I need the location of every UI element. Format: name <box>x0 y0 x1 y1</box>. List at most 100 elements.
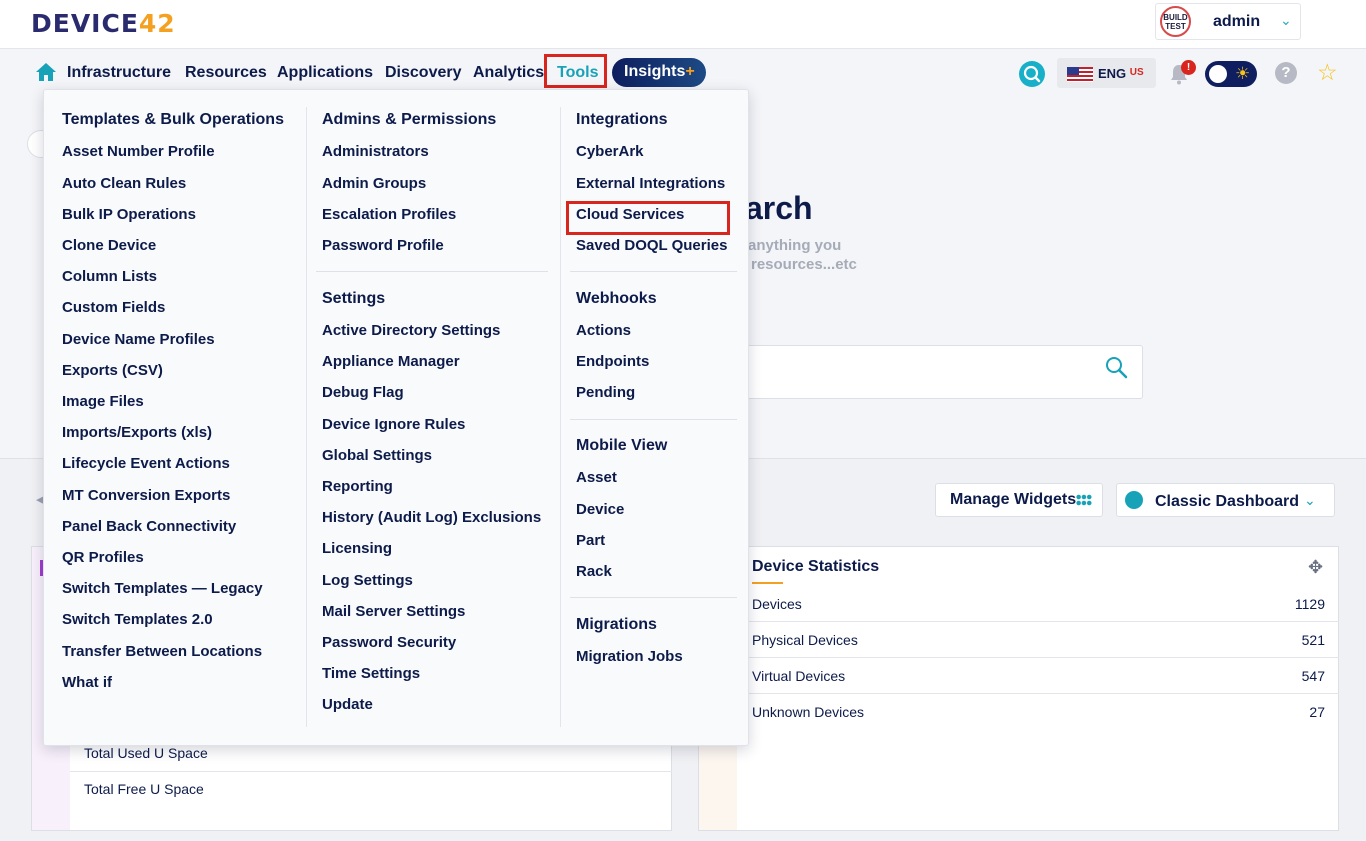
menu-item[interactable]: Mail Server Settings <box>322 603 465 620</box>
manage-widgets-label: Manage Widgets <box>950 491 1077 508</box>
menu-item[interactable]: Licensing <box>322 540 392 557</box>
widgets-grid-icon <box>1076 494 1092 506</box>
menu-item[interactable]: Device <box>576 501 624 518</box>
help-icon[interactable]: ? <box>1275 62 1297 84</box>
star-icon[interactable]: ☆ <box>1317 59 1338 86</box>
stat-label: Total Used U Space <box>84 745 208 761</box>
menu-item[interactable]: Update <box>322 696 373 713</box>
menu-item[interactable]: Reporting <box>322 478 393 495</box>
nav-discovery[interactable]: Discovery <box>385 64 462 82</box>
menu-item[interactable]: MT Conversion Exports <box>62 487 230 504</box>
menu-item[interactable]: Panel Back Connectivity <box>62 518 236 535</box>
menu-item[interactable]: Auto Clean Rules <box>62 175 186 192</box>
home-icon[interactable] <box>35 62 57 82</box>
menu-item[interactable]: Imports/Exports (xls) <box>62 424 212 441</box>
username: admin <box>1213 13 1261 30</box>
menu-item[interactable]: Lifecycle Event Actions <box>62 455 230 472</box>
menu-item[interactable]: Bulk IP Operations <box>62 206 196 223</box>
stat-value: 547 <box>1301 668 1325 684</box>
menu-item[interactable]: Rack <box>576 563 612 580</box>
menu-heading-settings: Settings <box>322 290 386 307</box>
menu-item[interactable]: Asset <box>576 469 617 486</box>
menu-item[interactable]: Exports (CSV) <box>62 362 163 379</box>
user-menu[interactable]: BUILD TEST admin ⌄ <box>1155 3 1301 40</box>
search-subtitle-line1: anything you <box>748 237 842 254</box>
nav-applications[interactable]: Applications <box>277 64 373 82</box>
language-select[interactable]: ENG US <box>1057 58 1156 88</box>
nav-analytics[interactable]: Analytics <box>473 64 544 82</box>
menu-item[interactable]: QR Profiles <box>62 549 144 566</box>
menu-item[interactable]: External Integrations <box>576 175 725 192</box>
stat-label: Total Free U Space <box>84 781 204 797</box>
menu-item[interactable]: Administrators <box>322 143 429 160</box>
move-icon[interactable]: ✥ <box>1308 557 1323 578</box>
manage-widgets-button[interactable]: Manage Widgets <box>935 483 1103 517</box>
search-icon[interactable] <box>1104 355 1128 379</box>
device42-logo[interactable]: DEVICE42 <box>31 9 176 38</box>
menu-item[interactable]: Switch Templates — Legacy <box>62 580 263 597</box>
build-test-badge: BUILD TEST <box>1160 6 1191 37</box>
menu-item[interactable]: Migration Jobs <box>576 648 683 665</box>
menu-item[interactable]: Custom Fields <box>62 299 165 316</box>
stat-row[interactable]: Devices 1129 <box>737 586 1339 622</box>
language-label: ENG US <box>1098 66 1144 81</box>
nav-resources[interactable]: Resources <box>185 64 267 82</box>
stat-label: Virtual Devices <box>752 668 846 684</box>
menu-item[interactable]: Endpoints <box>576 353 649 370</box>
search-icon[interactable] <box>1019 61 1045 87</box>
insights-button[interactable]: Insights+ <box>612 58 706 87</box>
menu-item[interactable]: Appliance Manager <box>322 353 460 370</box>
stat-value: 27 <box>1309 704 1325 720</box>
menu-heading-integrations: Integrations <box>576 111 668 128</box>
nav-tools[interactable]: Tools <box>557 64 598 82</box>
menu-item[interactable]: CyberArk <box>576 143 644 160</box>
menu-item[interactable]: Admin Groups <box>322 175 426 192</box>
stat-row: Total Free U Space <box>70 772 672 808</box>
menu-item[interactable]: Active Directory Settings <box>322 322 500 339</box>
menu-item[interactable]: Image Files <box>62 393 144 410</box>
menu-item[interactable]: Switch Templates 2.0 <box>62 611 213 628</box>
section-divider <box>316 271 548 272</box>
chevron-down-icon: ⌄ <box>1304 492 1316 508</box>
menu-item[interactable]: Log Settings <box>322 572 413 589</box>
widget-title: Device Statistics <box>752 558 880 575</box>
menu-item[interactable]: Escalation Profiles <box>322 206 456 223</box>
menu-item[interactable]: Saved DOQL Queries <box>576 237 727 254</box>
menu-item[interactable]: Global Settings <box>322 447 432 464</box>
badge-line2: TEST <box>1165 22 1186 31</box>
menu-item[interactable]: Actions <box>576 322 631 339</box>
device-statistics-widget: Device Statistics ✥ Devices 1129 Physical… <box>698 546 1339 831</box>
menu-item[interactable]: History (Audit Log) Exclusions <box>322 509 541 526</box>
stat-label: Physical Devices <box>752 632 858 648</box>
menu-item[interactable]: Column Lists <box>62 268 157 285</box>
dashboard-select-value: Classic Dashboard <box>1155 493 1300 510</box>
menu-item[interactable]: Device Ignore Rules <box>322 416 465 433</box>
menu-item[interactable]: Password Security <box>322 634 456 651</box>
menu-item[interactable]: Time Settings <box>322 665 420 682</box>
menu-heading-mobile-view: Mobile View <box>576 437 668 454</box>
global-search-input[interactable] <box>700 345 1143 399</box>
stat-value: 521 <box>1301 632 1325 648</box>
dashboard-select[interactable]: Classic Dashboard ⌄ <box>1116 483 1335 517</box>
menu-item[interactable]: Password Profile <box>322 237 444 254</box>
insights-plus: + <box>685 63 695 80</box>
menu-item[interactable]: Pending <box>576 384 635 401</box>
stat-row[interactable]: Unknown Devices 27 <box>737 694 1339 730</box>
menu-item[interactable]: What if <box>62 674 112 691</box>
menu-item[interactable]: Part <box>576 532 605 549</box>
menu-item-cloud-services[interactable]: Cloud Services <box>576 206 684 223</box>
menu-item[interactable]: Debug Flag <box>322 384 404 401</box>
menu-heading-migrations: Migrations <box>576 616 657 633</box>
menu-item[interactable]: Asset Number Profile <box>62 143 215 160</box>
language-region: US <box>1129 67 1144 78</box>
stat-row[interactable]: Physical Devices 521 <box>737 622 1339 658</box>
menu-item[interactable]: Transfer Between Locations <box>62 643 262 660</box>
menu-item[interactable]: Clone Device <box>62 237 156 254</box>
menu-heading-templates: Templates & Bulk Operations <box>62 111 284 128</box>
theme-toggle[interactable]: ☀ <box>1205 61 1257 87</box>
column-divider <box>560 107 561 727</box>
nav-infrastructure[interactable]: Infrastructure <box>67 64 171 82</box>
section-divider <box>570 597 737 598</box>
stat-row[interactable]: Virtual Devices 547 <box>737 658 1339 694</box>
menu-item[interactable]: Device Name Profiles <box>62 331 215 348</box>
